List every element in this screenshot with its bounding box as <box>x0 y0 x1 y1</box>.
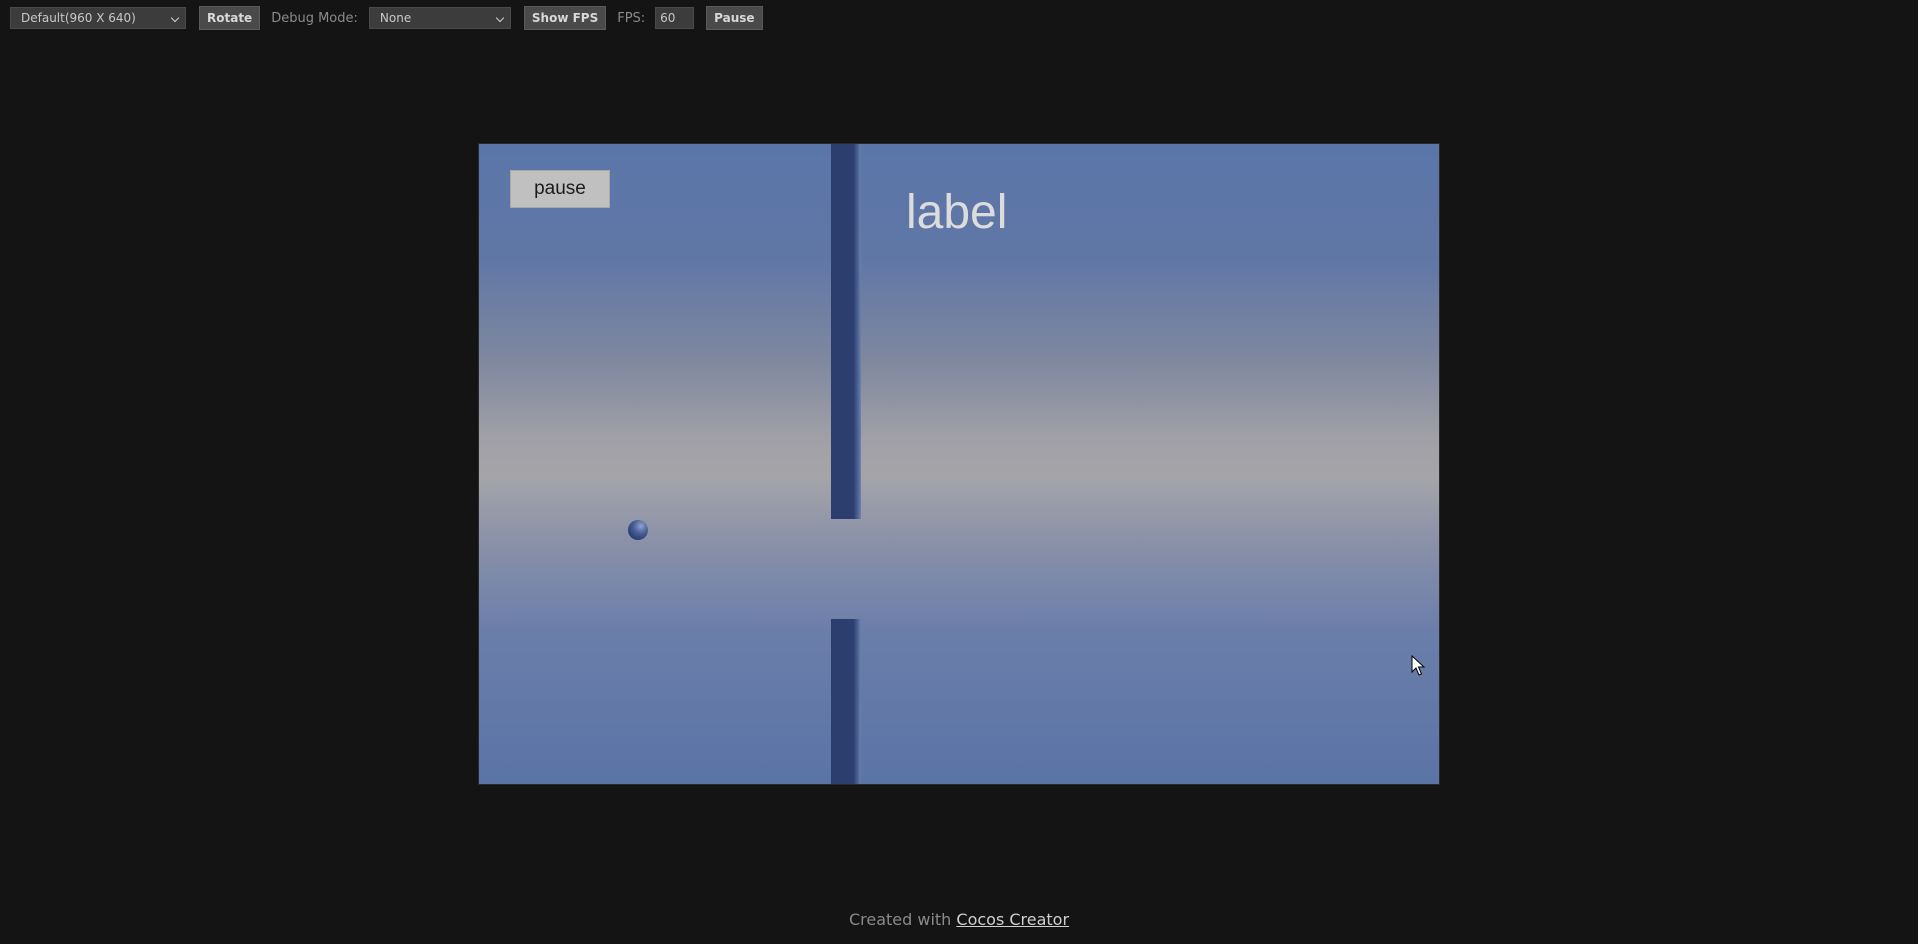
debug-mode-select-value: None <box>379 11 412 25</box>
debug-mode-label: Debug Mode: <box>271 10 358 26</box>
fps-input[interactable]: 60 <box>655 7 695 29</box>
cocos-creator-link[interactable]: Cocos Creator <box>956 910 1069 929</box>
footer: Created with Cocos Creator <box>0 910 1918 929</box>
pause-preview-button[interactable]: Pause <box>706 6 763 30</box>
footer-prefix: Created with <box>848 910 957 929</box>
rotate-button[interactable]: Rotate <box>199 6 261 30</box>
chevron-down-icon <box>495 13 505 23</box>
resolution-select[interactable]: Default(960 X 640) <box>10 7 186 29</box>
game-pause-button[interactable]: pause <box>510 170 610 208</box>
pipe-bottom <box>831 619 861 784</box>
preview-toolbar: Default(960 X 640) Rotate Debug Mode: No… <box>10 6 763 30</box>
player-ball <box>628 520 648 540</box>
debug-mode-select[interactable]: None <box>368 7 511 29</box>
game-canvas[interactable]: label pause <box>478 143 1440 785</box>
pipe-top <box>831 144 861 519</box>
show-fps-button[interactable]: Show FPS <box>523 6 607 30</box>
score-label: label <box>906 186 1008 239</box>
resolution-select-value: Default(960 X 640) <box>21 11 136 25</box>
fps-label: FPS: <box>617 10 646 26</box>
mouse-pointer-icon <box>1411 655 1425 676</box>
chevron-down-icon <box>170 13 180 23</box>
